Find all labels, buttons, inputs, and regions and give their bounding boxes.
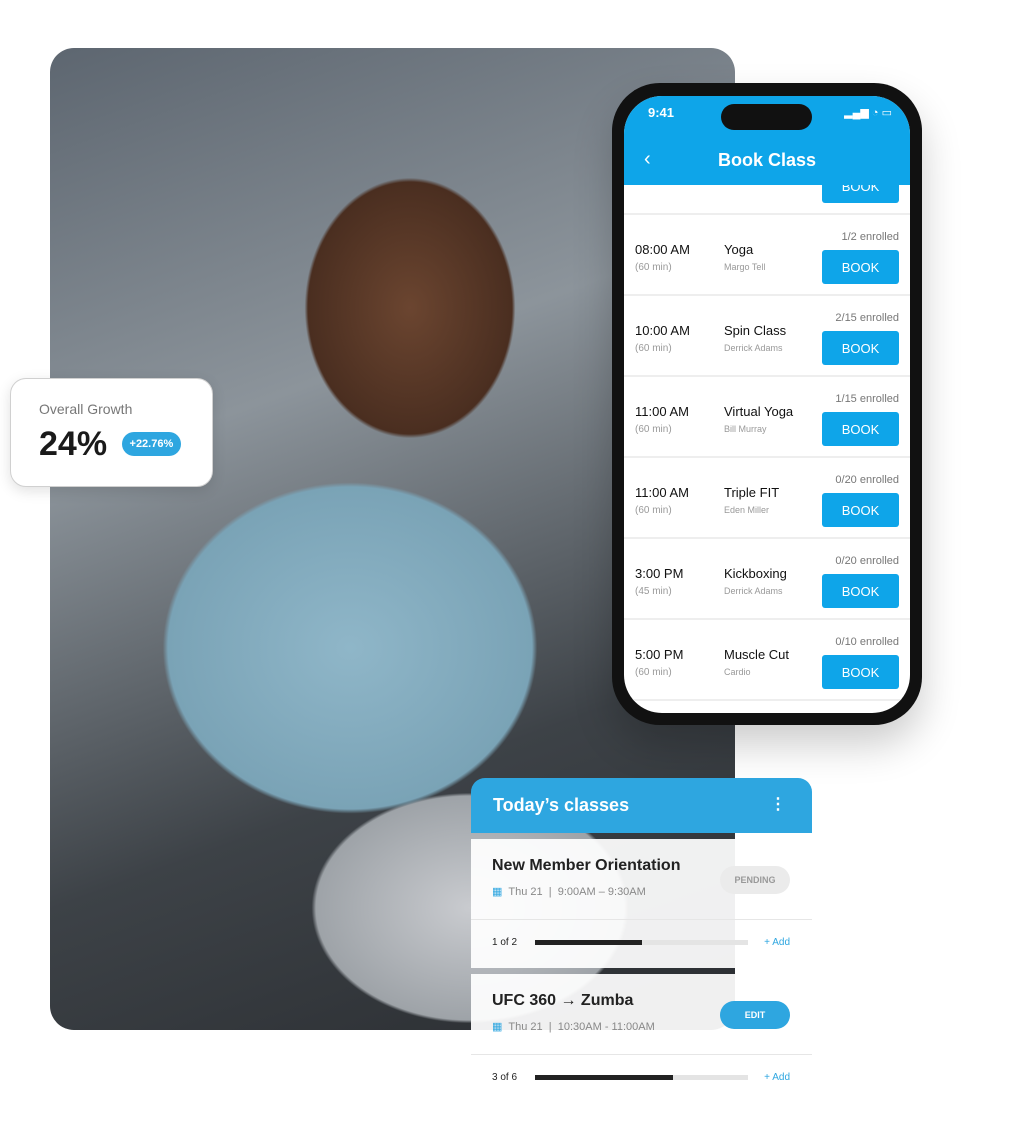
today-class-item: New Member Orientation ▦ Thu 21 | 9:00AM …: [471, 839, 812, 968]
class-day: Thu 21: [508, 886, 543, 898]
today-class-date: ▦ Thu 21 | 10:30AM - 11:00AM: [492, 1021, 655, 1033]
class-duration: (60 min): [635, 424, 672, 435]
class-name: Virtual Yoga: [724, 404, 794, 419]
add-link[interactable]: + Add: [764, 937, 790, 948]
class-row: 10:00 AM (60 min) Spin Class Derrick Ada…: [624, 296, 910, 377]
attendance-count: 1 of 2: [492, 937, 518, 948]
class-enrolled: 1/2 enrolled: [841, 231, 900, 243]
today-class-name: UFC 360 → Zumba: [492, 992, 634, 1009]
class-name: Muscle Cut: [724, 647, 790, 662]
class-time: 3:00 PM: [635, 566, 684, 581]
class-row: 11:00 AM (60 min) Virtual Yoga Bill Murr…: [624, 377, 910, 458]
page-title: Book Class: [717, 150, 817, 170]
class-duration: (60 min): [635, 505, 672, 516]
class-instructor: Margo Tell: [724, 262, 766, 272]
growth-value: 24%: [39, 425, 108, 463]
class-time: 5:00 PM: [635, 647, 684, 662]
class-enrolled: 2/15 enrolled: [835, 312, 899, 324]
book-button[interactable]: BOOK: [822, 493, 899, 527]
class-name: Triple FIT: [724, 485, 780, 500]
class-instructor: Derrick Adams: [724, 343, 783, 353]
edit-button[interactable]: EDIT: [720, 1001, 790, 1029]
book-button[interactable]: BOOK: [822, 655, 899, 689]
class-time: 11:00 AM: [635, 404, 689, 419]
class-name: Yoga: [724, 242, 754, 257]
class-enrolled: 0/20 enrolled: [835, 555, 899, 567]
progress-fill: [535, 1075, 674, 1080]
class-timespan: 9:00AM – 9:30AM: [557, 886, 646, 898]
pending-badge: PENDING: [720, 866, 790, 894]
book-button[interactable]: BOOK: [822, 574, 899, 608]
class-row: 11:00 AM (60 min) Triple FIT Eden Miller…: [624, 458, 910, 539]
class-duration: (60 min): [635, 667, 672, 678]
attendance-count: 3 of 6: [492, 1072, 518, 1083]
calendar-icon: ▦: [492, 1021, 503, 1033]
class-time: 10:00 AM: [635, 323, 690, 338]
class-timespan: 10:30AM - 11:00AM: [557, 1021, 655, 1033]
calendar-icon: ▦: [492, 886, 503, 898]
class-duration: (60 min): [635, 343, 672, 354]
class-name: Spin Class: [724, 323, 787, 338]
class-name: Kickboxing: [724, 566, 787, 581]
class-day: Thu 21: [508, 1021, 543, 1033]
status-time: 9:41: [648, 105, 675, 120]
class-instructor: Derrick Adams: [724, 586, 783, 596]
class-time: 11:00 AM: [635, 485, 689, 500]
status-icons: ▂▄▆ ◔ ▭: [844, 107, 892, 119]
class-duration: (60 min): [635, 262, 672, 273]
divider: [471, 919, 812, 920]
class-row: 5:00 PM (60 min) Muscle Cut Cardio 0/10 …: [624, 620, 910, 701]
progress-fill: [535, 940, 642, 945]
divider: [471, 1054, 812, 1055]
class-enrolled: 1/15 enrolled: [835, 393, 899, 405]
class-row: 08:00 AM (60 min) Yoga Margo Tell 1/2 en…: [624, 215, 910, 296]
overall-growth-card: Overall Growth 24% +22.76%: [10, 378, 213, 487]
class-duration: (45 min): [635, 586, 672, 597]
class-instructor: Eden Miller: [724, 505, 770, 515]
phone-screen: 9:41 ▂▄▆ ◔ ▭ ‹ Book Class BOOK 08:00 AM …: [624, 96, 910, 713]
class-instructor: Bill Murray: [724, 424, 767, 434]
book-button[interactable]: BOOK: [822, 331, 899, 365]
phone-mockup: 9:41 ▂▄▆ ◔ ▭ ‹ Book Class BOOK 08:00 AM …: [612, 83, 922, 725]
class-enrolled: 0/10 enrolled: [835, 636, 899, 648]
todays-classes-header: Today’s classes ⋮: [471, 778, 812, 833]
class-instructor: Cardio: [724, 667, 751, 677]
todays-classes-card: Today’s classes ⋮ New Member Orientation…: [471, 778, 812, 1103]
growth-change-badge: +22.76%: [121, 432, 182, 456]
class-time: 08:00 AM: [635, 242, 690, 257]
add-link[interactable]: + Add: [764, 1072, 790, 1083]
today-class-item: UFC 360 → Zumba ▦ Thu 21 | 10:30AM - 11:0…: [471, 974, 812, 1103]
growth-label: Overall Growth: [39, 401, 133, 417]
attendance-progress-bar: [535, 1075, 748, 1080]
class-row: 3:00 PM (45 min) Kickboxing Derrick Adam…: [624, 539, 910, 620]
more-vertical-icon[interactable]: ⋮: [770, 794, 786, 814]
todays-classes-title: Today’s classes: [493, 795, 630, 815]
attendance-progress-bar: [535, 940, 748, 945]
today-class-name: New Member Orientation: [492, 857, 681, 874]
book-button[interactable]: BOOK: [822, 412, 899, 446]
today-class-date: ▦ Thu 21 | 9:00AM – 9:30AM: [492, 886, 646, 898]
app-header: 9:41 ▂▄▆ ◔ ▭ ‹ Book Class: [624, 96, 910, 185]
class-enrolled: 0/20 enrolled: [835, 474, 899, 486]
class-list: BOOK 08:00 AM (60 min) Yoga Margo Tell 1…: [624, 134, 910, 701]
book-button[interactable]: BOOK: [822, 250, 899, 284]
dynamic-island: [721, 104, 812, 130]
